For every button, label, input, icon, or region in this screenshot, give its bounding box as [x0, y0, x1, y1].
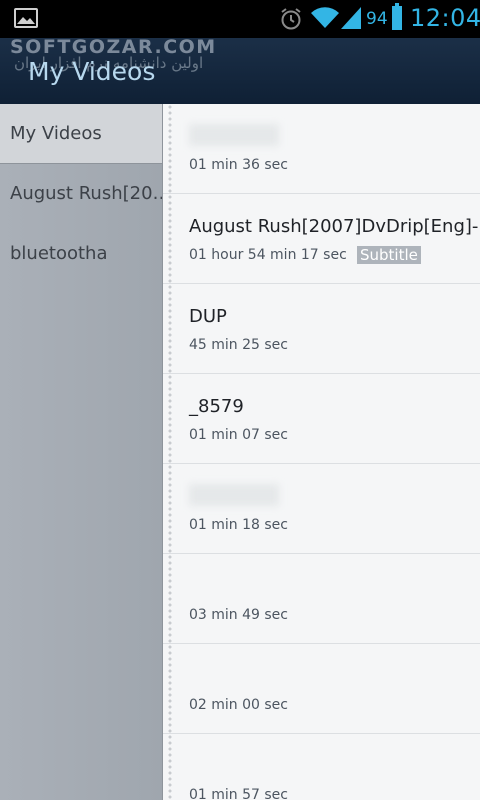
- video-row[interactable]: _8579 01 min 07 sec: [163, 374, 480, 464]
- subtitle-badge: Subtitle: [357, 246, 421, 264]
- signal-icon: [341, 7, 361, 29]
- battery-icon: [392, 3, 402, 30]
- sidebar: My Videos August Rush[20… bluetootha: [0, 104, 162, 800]
- video-row[interactable]: DUP 45 min 25 sec: [163, 284, 480, 374]
- video-duration: 01 min 18 sec: [189, 517, 288, 533]
- action-bar: SOFTGOZAR.COM اولین دانشنامه نرم افزار ا…: [0, 36, 480, 104]
- video-duration: 01 min 07 sec: [189, 427, 288, 443]
- wifi-icon: [311, 7, 339, 29]
- video-title: DUP: [189, 306, 227, 327]
- sidebar-item-my-videos[interactable]: My Videos: [0, 104, 162, 164]
- sidebar-item-bluetootha[interactable]: bluetootha: [0, 224, 162, 284]
- video-title: _8579: [189, 396, 244, 417]
- video-duration: 02 min 00 sec: [189, 697, 288, 713]
- page-title[interactable]: My Videos: [28, 57, 155, 86]
- video-row[interactable]: 01 min 57 sec: [163, 734, 480, 800]
- video-duration: 03 min 49 sec: [189, 607, 288, 623]
- status-bar: 94 12:04: [0, 0, 480, 38]
- video-row[interactable]: 02 min 00 sec: [163, 644, 480, 734]
- video-title: August Rush[2007]DvDrip[Eng]-FXG: [189, 216, 480, 237]
- video-row[interactable]: 01 min 18 sec: [163, 464, 480, 554]
- alarm-clock-icon: [281, 8, 301, 30]
- video-duration: 01 min 57 sec: [189, 787, 288, 800]
- video-row[interactable]: 03 min 49 sec: [163, 554, 480, 644]
- video-row[interactable]: August Rush[2007]DvDrip[Eng]-FXG 01 hour…: [163, 194, 480, 284]
- picture-icon: [14, 8, 38, 28]
- clock: 12:04: [410, 4, 480, 32]
- blurred-title: [189, 484, 279, 506]
- video-duration: 01 hour 54 min 17 sec: [189, 247, 347, 263]
- blurred-title: [189, 124, 279, 146]
- battery-level: 94: [366, 9, 388, 29]
- video-list[interactable]: 01 min 36 sec August Rush[2007]DvDrip[En…: [162, 104, 480, 800]
- sidebar-item-august-rush[interactable]: August Rush[20…: [0, 164, 162, 224]
- video-duration: 45 min 25 sec: [189, 337, 288, 353]
- video-row[interactable]: 01 min 36 sec: [163, 104, 480, 194]
- video-duration: 01 min 36 sec: [189, 157, 288, 173]
